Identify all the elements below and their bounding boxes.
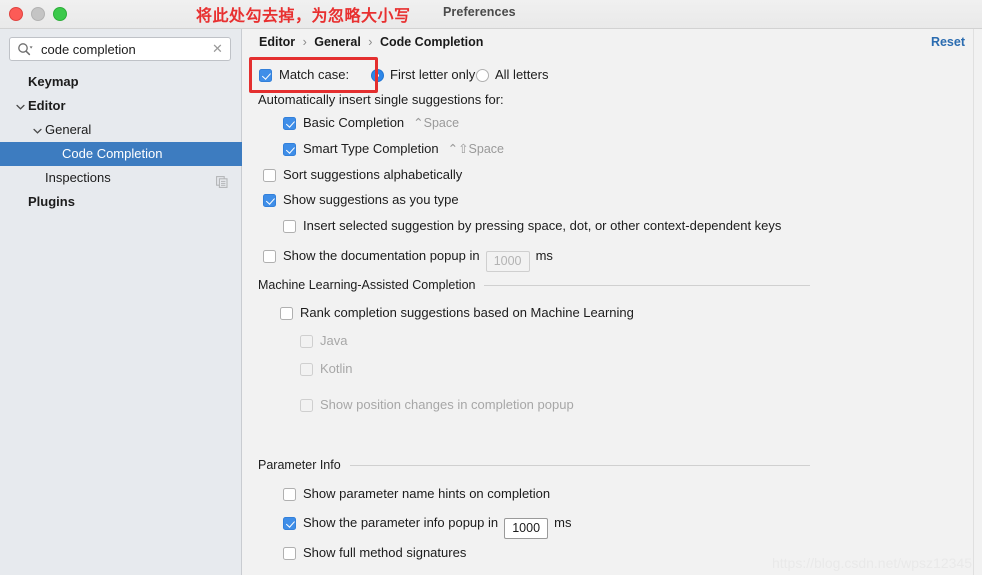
sidebar-item-general[interactable]: General <box>0 118 242 142</box>
settings-detail-panel: Editor › General › Code Completion Reset… <box>243 29 982 575</box>
full-method-signatures-row[interactable]: Show full method signatures <box>283 545 466 560</box>
chevron-down-icon[interactable] <box>14 94 26 118</box>
close-button-icon[interactable] <box>9 7 23 21</box>
sort-suggestions-label: Sort suggestions alphabetically <box>283 167 463 182</box>
rank-ml-label: Rank completion suggestions based on Mac… <box>300 305 634 320</box>
doc-popup-delay-input[interactable]: 1000 <box>485 251 530 272</box>
smart-type-completion-label: Smart Type Completion <box>303 141 439 156</box>
match-case-checkbox[interactable] <box>259 69 272 82</box>
param-popup-delay-input[interactable]: 1000 <box>504 518 549 539</box>
first-letter-only-radio[interactable] <box>371 69 384 82</box>
sort-suggestions-checkbox[interactable] <box>263 169 276 182</box>
copy-icon[interactable] <box>216 172 228 188</box>
param-name-hints-label: Show parameter name hints on completion <box>303 486 551 501</box>
settings-content: Match case: First letter only All letter… <box>243 29 982 575</box>
sidebar-item-plugins[interactable]: Plugins <box>0 190 242 214</box>
all-letters-radio-row[interactable]: All letters <box>476 67 548 82</box>
window-title: Preferences <box>443 5 516 19</box>
smart-type-completion-shortcut: ⌃⇧Space <box>447 142 504 156</box>
ml-java-label: Java <box>320 333 348 348</box>
annotation-text: 将此处勾去掉，为忽略大小写 <box>196 8 411 25</box>
minimize-button-icon[interactable] <box>31 7 45 21</box>
ml-position-changes-checkbox[interactable] <box>300 399 313 412</box>
parameter-info-section-title: Parameter Info <box>258 458 341 472</box>
basic-completion-checkbox[interactable] <box>283 117 296 130</box>
parameter-info-section-header: Parameter Info <box>258 458 810 472</box>
show-suggestions-label: Show suggestions as you type <box>283 192 459 207</box>
watermark: https://blog.csdn.net/wpsz12345 <box>771 555 972 571</box>
param-popup-delay-label: Show the parameter info popup in <box>303 515 499 530</box>
ml-section-title: Machine Learning-Assisted Completion <box>258 278 476 292</box>
auto-insert-heading: Automatically insert single suggestions … <box>258 92 504 107</box>
param-name-hints-row[interactable]: Show parameter name hints on completion <box>283 486 550 501</box>
rank-ml-checkbox[interactable] <box>280 307 293 320</box>
sidebar-item-label: Keymap <box>28 74 79 89</box>
match-case-row: Match case: <box>259 67 349 82</box>
zoom-button-icon[interactable] <box>53 7 67 21</box>
settings-sidebar: code completion ✕ Keymap Editor General <box>0 29 242 575</box>
smart-type-completion-checkbox[interactable] <box>283 143 296 156</box>
sort-suggestions-row[interactable]: Sort suggestions alphabetically <box>263 167 462 182</box>
chevron-down-icon[interactable] <box>31 118 43 142</box>
basic-completion-row[interactable]: Basic Completion ⌃Space <box>283 115 459 130</box>
sidebar-item-editor[interactable]: Editor <box>0 94 242 118</box>
search-icon <box>17 42 33 57</box>
param-name-hints-checkbox[interactable] <box>283 488 296 501</box>
ml-kotlin-label: Kotlin <box>320 361 353 376</box>
basic-completion-shortcut: ⌃Space <box>413 116 460 130</box>
show-suggestions-row[interactable]: Show suggestions as you type <box>263 192 459 207</box>
sidebar-item-label: Editor <box>28 98 66 113</box>
first-letter-only-radio-row[interactable]: First letter only <box>371 67 475 82</box>
doc-popup-checkbox[interactable] <box>263 250 276 263</box>
ml-position-changes-row[interactable]: Show position changes in completion popu… <box>300 397 574 412</box>
sidebar-item-label: Code Completion <box>62 146 163 161</box>
param-popup-delay-row[interactable]: Show the parameter info popup in 1000 ms <box>283 515 571 539</box>
ml-section-header: Machine Learning-Assisted Completion <box>258 278 810 292</box>
sidebar-item-keymap[interactable]: Keymap <box>0 70 242 94</box>
match-case-label: Match case: <box>279 67 350 82</box>
param-popup-delay-checkbox[interactable] <box>283 517 296 530</box>
ml-java-row[interactable]: Java <box>300 333 347 348</box>
window-titlebar: Preferences <box>0 0 982 29</box>
all-letters-label: All letters <box>495 67 549 82</box>
insert-selected-suggestion-label: Insert selected suggestion by pressing s… <box>303 218 782 233</box>
full-method-signatures-checkbox[interactable] <box>283 547 296 560</box>
basic-completion-label: Basic Completion <box>303 115 405 130</box>
traffic-light-group <box>9 7 67 21</box>
section-divider <box>349 464 810 466</box>
sidebar-item-code-completion[interactable]: Code Completion <box>0 142 242 166</box>
sidebar-item-label: Plugins <box>28 194 75 209</box>
show-suggestions-checkbox[interactable] <box>263 194 276 207</box>
full-method-signatures-label: Show full method signatures <box>303 545 467 560</box>
insert-selected-suggestion-row[interactable]: Insert selected suggestion by pressing s… <box>283 218 781 233</box>
clear-search-icon[interactable]: ✕ <box>211 42 224 56</box>
all-letters-radio[interactable] <box>476 69 489 82</box>
ml-position-changes-label: Show position changes in completion popu… <box>320 397 574 412</box>
sidebar-item-label: Inspections <box>45 170 111 185</box>
doc-popup-row[interactable]: Show the documentation popup in 1000 ms <box>263 248 553 272</box>
search-field[interactable]: code completion ✕ <box>9 37 231 61</box>
section-divider <box>484 284 810 286</box>
settings-tree: Keymap Editor General Code Completion In… <box>0 70 242 214</box>
insert-selected-suggestion-checkbox[interactable] <box>283 220 296 233</box>
sidebar-item-label: General <box>45 122 92 137</box>
preferences-window: Preferences code completion ✕ Keymap Edi… <box>0 0 982 575</box>
ml-kotlin-row[interactable]: Kotlin <box>300 361 353 376</box>
smart-type-completion-row[interactable]: Smart Type Completion ⌃⇧Space <box>283 141 504 156</box>
rank-ml-row[interactable]: Rank completion suggestions based on Mac… <box>280 305 634 320</box>
search-input-value[interactable]: code completion <box>41 41 136 59</box>
vertical-scrollbar[interactable] <box>973 29 982 575</box>
doc-popup-label: Show the documentation popup in <box>283 248 480 263</box>
param-popup-delay-unit: ms <box>554 515 572 530</box>
ml-java-checkbox[interactable] <box>300 335 313 348</box>
doc-popup-unit: ms <box>535 248 553 263</box>
first-letter-only-label: First letter only <box>390 67 476 82</box>
sidebar-item-inspections[interactable]: Inspections <box>0 166 242 190</box>
ml-kotlin-checkbox[interactable] <box>300 363 313 376</box>
